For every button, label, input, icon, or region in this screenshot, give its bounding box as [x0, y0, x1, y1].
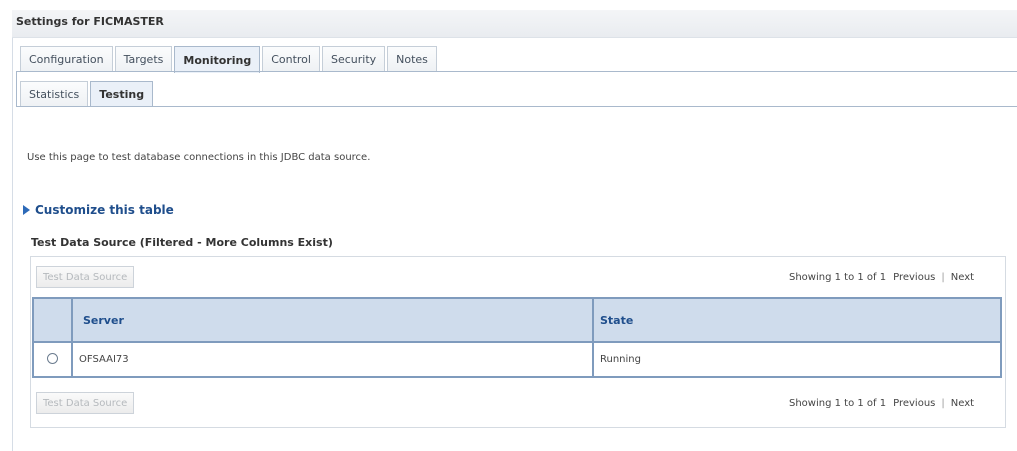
secondary-tabs: Statistics Testing	[20, 81, 155, 107]
tab-monitoring[interactable]: Monitoring	[174, 46, 261, 73]
column-header-state[interactable]: State	[592, 297, 1002, 343]
tab-notes[interactable]: Notes	[387, 46, 437, 72]
data-source-table: Server State OFSAAI73 Running	[32, 297, 1002, 378]
tab-testing[interactable]: Testing	[90, 81, 154, 107]
pager-summary: Showing 1 to 1 of 1	[789, 398, 887, 409]
previous-link[interactable]: Previous	[893, 272, 935, 283]
subtab-strip	[16, 72, 1017, 106]
secondary-tabs-divider	[16, 106, 1017, 107]
tab-security[interactable]: Security	[321, 46, 386, 72]
test-data-source-button-bottom[interactable]: Test Data Source	[36, 392, 135, 414]
server-cell: OFSAAI73	[71, 341, 594, 378]
state-cell: Running	[592, 341, 1002, 378]
tab-configuration[interactable]: Configuration	[20, 46, 113, 72]
table-header-row: Server State	[32, 297, 1002, 343]
row-select-cell	[32, 341, 73, 378]
row-radio-button[interactable]	[47, 352, 58, 364]
pager-top: Showing 1 to 1 of 1 Previous | Next	[789, 272, 974, 283]
pager-separator: |	[941, 272, 945, 283]
test-data-source-button-top[interactable]: Test Data Source	[36, 266, 135, 288]
select-column-header	[32, 297, 73, 343]
column-header-server[interactable]: Server	[71, 297, 594, 343]
customize-table-link[interactable]: Customize this table	[23, 203, 174, 217]
table-row: OFSAAI73 Running	[32, 341, 1002, 378]
next-link[interactable]: Next	[951, 398, 974, 409]
previous-link[interactable]: Previous	[893, 398, 935, 409]
page-description: Use this page to test database connectio…	[27, 152, 371, 163]
page-title: Settings for FICMASTER	[16, 15, 164, 28]
triangle-right-icon	[23, 205, 30, 215]
tab-control[interactable]: Control	[262, 46, 320, 72]
tab-statistics[interactable]: Statistics	[20, 81, 89, 107]
pager-separator: |	[941, 398, 945, 409]
next-link[interactable]: Next	[951, 272, 974, 283]
tab-targets[interactable]: Targets	[114, 46, 173, 72]
primary-tabs: Configuration Targets Monitoring Control…	[20, 46, 439, 73]
customize-table-label: Customize this table	[35, 203, 174, 217]
table-title: Test Data Source (Filtered - More Column…	[31, 236, 333, 249]
pager-summary: Showing 1 to 1 of 1	[789, 272, 887, 283]
pager-bottom: Showing 1 to 1 of 1 Previous | Next	[789, 398, 974, 409]
